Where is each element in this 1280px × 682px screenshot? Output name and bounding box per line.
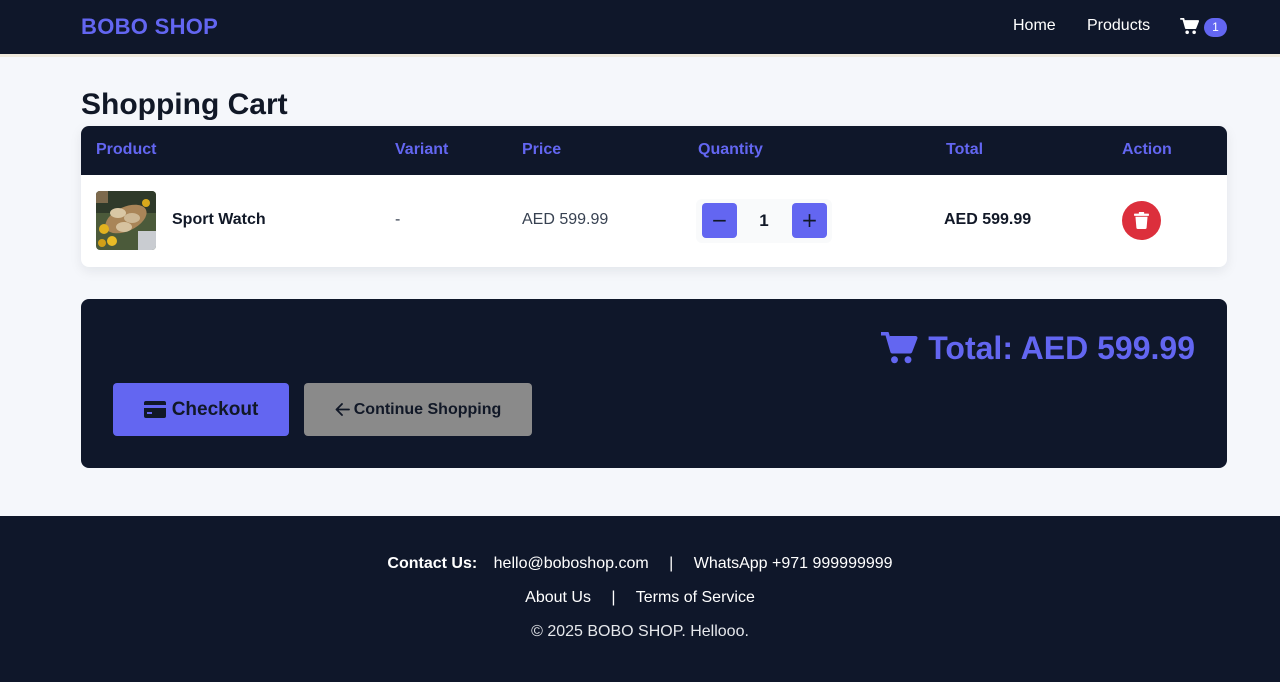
product-variant: - [395, 211, 401, 228]
nav-cart-button[interactable]: 1 [1180, 16, 1230, 40]
shopping-cart-icon [1180, 18, 1199, 35]
product-thumbnail[interactable] [96, 191, 156, 250]
footer-about-link[interactable]: About Us [525, 589, 591, 606]
header-action: Action [1122, 141, 1172, 158]
nav-home-link[interactable]: Home [1013, 17, 1056, 35]
footer-separator: | [611, 589, 616, 606]
page-title: Shopping Cart [81, 88, 288, 121]
product-name[interactable]: Sport Watch [172, 211, 266, 229]
cart-summary: Total: AED 599.99 Checkout Continue Shop… [81, 299, 1227, 468]
nav-products-link[interactable]: Products [1087, 17, 1150, 35]
table-header: Product Variant Price Quantity Total Act… [81, 126, 1227, 175]
footer-email-link[interactable]: hello@boboshop.com [494, 555, 649, 572]
quantity-stepper: − + [696, 199, 832, 243]
header-total: Total [946, 141, 984, 158]
arrow-left-icon [335, 403, 350, 416]
quantity-decrease-button[interactable]: − [702, 203, 737, 238]
footer-whatsapp-link[interactable]: WhatsApp +971 999999999 [694, 555, 893, 572]
checkout-label: Checkout [171, 398, 259, 420]
remove-item-button[interactable] [1122, 201, 1161, 240]
continue-shopping-label: Continue Shopping [353, 400, 502, 418]
checkout-button[interactable]: Checkout [113, 383, 289, 436]
trash-icon [1134, 212, 1149, 229]
footer-separator: | [669, 555, 674, 572]
continue-shopping-button[interactable]: Continue Shopping [304, 383, 532, 436]
footer-terms-link[interactable]: Terms of Service [636, 589, 755, 606]
contact-label: Contact Us: [387, 555, 478, 572]
row-total: AED 599.99 [944, 211, 1032, 228]
header-price: Price [522, 141, 562, 158]
site-footer: Contact Us: hello@boboshop.com | WhatsAp… [0, 516, 1280, 682]
table-row: Sport Watch - AED 599.99 − + AED 599.99 [81, 175, 1227, 267]
shopping-cart-icon [881, 331, 918, 363]
cart-count-badge: 1 [1204, 18, 1227, 37]
credit-card-icon [143, 401, 166, 418]
header-variant: Variant [395, 141, 449, 158]
quantity-increase-button[interactable]: + [792, 203, 827, 238]
cart-total-text: Total: AED 599.99 [928, 329, 1195, 366]
header-product: Product [96, 141, 157, 158]
quantity-input[interactable] [741, 203, 787, 238]
cart-total: Total: AED 599.99 [880, 330, 1195, 366]
footer-links: About Us | Terms of Service [0, 589, 1280, 607]
brand-logo[interactable]: BOBO SHOP [81, 14, 218, 40]
footer-contact: Contact Us: hello@boboshop.com | WhatsAp… [0, 555, 1280, 573]
footer-copyright: © 2025 BOBO SHOP. Hellooo. [531, 623, 749, 640]
top-navbar: BOBO SHOP Home Products 1 [0, 0, 1280, 57]
cart-table: Product Variant Price Quantity Total Act… [81, 126, 1227, 267]
product-price: AED 599.99 [522, 211, 609, 228]
header-quantity: Quantity [698, 141, 763, 158]
